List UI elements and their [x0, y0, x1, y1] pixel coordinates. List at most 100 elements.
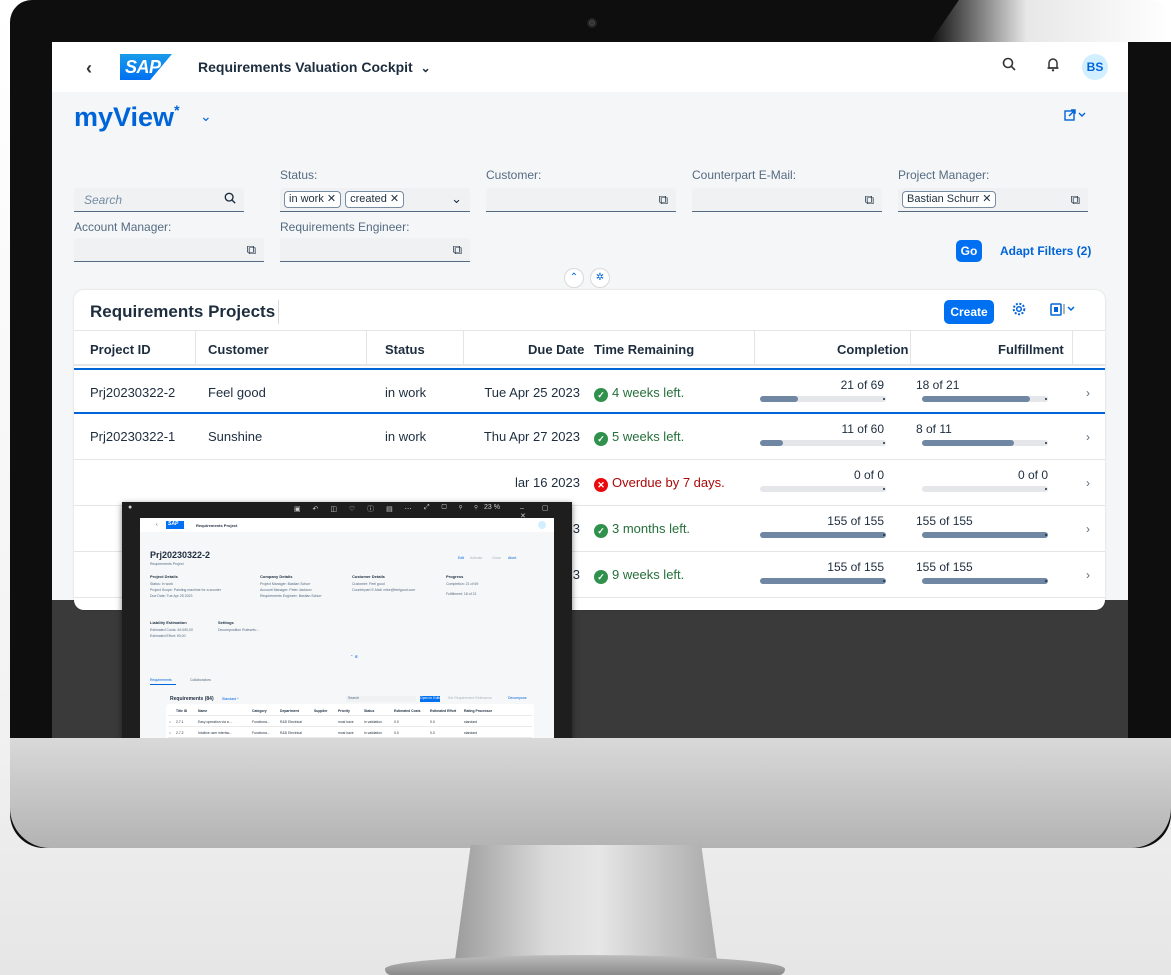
column-project-id[interactable]: Project ID	[90, 342, 151, 357]
value-help-icon[interactable]: ⧉	[1071, 192, 1080, 208]
variant-title[interactable]: myView*	[74, 102, 180, 133]
overlay-row-checkbox[interactable]: ○	[169, 720, 171, 724]
sap-logo[interactable]: SAP	[120, 54, 172, 80]
overlay-back-button[interactable]: ‹	[156, 522, 158, 528]
value-help-icon[interactable]: ⧉	[247, 242, 256, 258]
app-title-menu[interactable]: Requirements Valuation Cockpit ⌄	[198, 59, 431, 75]
overlay-estimated-effort: Estimated Effort: 90,00	[150, 634, 186, 638]
variant-chevron-down-icon[interactable]: ⌄	[200, 108, 212, 125]
chevron-down-icon[interactable]: ⌄	[451, 191, 462, 207]
completion-bar	[760, 532, 886, 538]
overlay-tab-requirements[interactable]: Requirements	[150, 678, 172, 682]
account-manager-input[interactable]: ⧉	[74, 238, 264, 262]
status-token-in-work[interactable]: in work ✕	[284, 191, 342, 208]
overlay-decompose-button[interactable]: Decompose	[508, 696, 527, 700]
overlay-sap-logo[interactable]: SAP	[166, 521, 184, 529]
overlay-req-cell: 0.0	[430, 720, 435, 724]
overlay-abort-button[interactable]: Abort	[508, 556, 516, 560]
project-manager-input[interactable]: Bastian Schurr ✕ ⧉	[898, 188, 1088, 212]
cell-time-remaining: ✓ 5 weeks left.	[594, 429, 684, 446]
overlay-activate-button[interactable]: Activate	[470, 556, 482, 560]
overlay-set-relevance-button[interactable]: Set Requirement Relevance	[448, 696, 492, 700]
row-navigation-chevron-icon[interactable]: ›	[1086, 430, 1090, 444]
overlay-decomposition-rulesets: Decomposition Rulesets: -	[218, 628, 259, 632]
overlay-req-column[interactable]: Title ID	[176, 709, 187, 713]
column-status[interactable]: Status	[385, 342, 425, 357]
overlay-open-editor-button[interactable]: Open in Editor	[420, 696, 442, 702]
fulfillment-bar-marker	[1045, 488, 1047, 490]
table-row[interactable]: Prj20230322-2 Feel good in work Tue Apr 25 …	[74, 368, 1105, 414]
status-token-created[interactable]: created ✕	[345, 191, 405, 208]
completion-text: 21 of 69	[840, 378, 884, 392]
overlay-close-button[interactable]: Close	[492, 556, 501, 560]
search-icon[interactable]	[1002, 57, 1016, 76]
cell-time-remaining: ✓ 9 weeks left.	[594, 567, 684, 584]
overlay-avatar[interactable]	[538, 521, 546, 529]
overlay-req-column[interactable]: Supplier	[314, 709, 328, 713]
success-icon: ✓	[594, 432, 608, 446]
column-customer[interactable]: Customer	[208, 342, 269, 357]
overlay-req-column[interactable]: Department	[280, 709, 299, 713]
overlay-req-column[interactable]: Priority	[338, 709, 350, 713]
status-multicombobox[interactable]: in work ✕ created ✕ ⌄	[280, 188, 470, 212]
requirements-engineer-label: Requirements Engineer:	[280, 220, 410, 234]
overlay-edit-button[interactable]: Edit	[458, 556, 464, 560]
row-navigation-chevron-icon[interactable]: ›	[1086, 476, 1090, 490]
overlay-req-column[interactable]: Name	[198, 709, 207, 713]
share-icon[interactable]	[1064, 108, 1086, 125]
export-icon[interactable]	[1050, 302, 1076, 320]
value-help-icon[interactable]: ⧉	[453, 242, 462, 258]
overlay-tab-collaborators[interactable]: Collaborators	[190, 678, 211, 682]
back-button[interactable]: ‹	[86, 58, 92, 79]
overlay-fulfillment: Fulfillment: 18 of 21	[446, 592, 477, 596]
overlay-toolbar-icons[interactable]: ▣ ↶ ◫ ♡ ⓘ ▤ ⋯	[294, 504, 417, 514]
overlay-req-cell: 2.7.2	[176, 731, 184, 735]
settings-gear-icon[interactable]	[1012, 302, 1026, 320]
completion-text: 11 of 60	[841, 422, 884, 436]
column-completion[interactable]: Completion	[837, 342, 909, 357]
overlay-req-cell: Functiona...	[252, 731, 270, 735]
user-avatar[interactable]: BS	[1082, 54, 1108, 80]
row-navigation-chevron-icon[interactable]: ›	[1086, 568, 1090, 582]
overlay-req-cell: R&D Electrical	[280, 720, 302, 724]
overlay-req-column[interactable]: Status	[364, 709, 374, 713]
column-fulfillment[interactable]: Fulfillment	[998, 342, 1064, 357]
fulfillment-bar-fill	[922, 578, 1048, 584]
pin-header-icon[interactable]: ✲	[590, 268, 610, 288]
overlay-req-column[interactable]: Rating Processor	[464, 709, 492, 713]
table-row[interactable]: Prj20230322-1 Sunshine in work Thu Apr 27 2…	[74, 414, 1105, 460]
go-button[interactable]: Go	[956, 240, 982, 262]
column-due-date[interactable]: Due Date	[528, 342, 584, 357]
value-help-icon[interactable]: ⧉	[865, 192, 874, 208]
project-manager-token[interactable]: Bastian Schurr ✕	[902, 191, 997, 208]
cell-project-id: Prj20230322-1	[90, 429, 176, 444]
collapse-header-icon[interactable]: ⌃	[564, 268, 584, 288]
overlay-req-variant[interactable]: Standard *	[222, 697, 239, 701]
overlay-app-title[interactable]: Requirements Project	[196, 523, 237, 528]
search-icon[interactable]	[224, 192, 236, 207]
requirements-engineer-input[interactable]: ⧉	[280, 238, 470, 262]
value-help-icon[interactable]: ⧉	[659, 192, 668, 208]
overlay-req-cell: R&D Electrical	[280, 731, 302, 735]
row-navigation-chevron-icon[interactable]: ›	[1086, 386, 1090, 400]
overlay-req-column[interactable]: Estimated Effort	[430, 709, 456, 713]
customer-input[interactable]: ⧉	[486, 188, 676, 212]
overlay-tab-indicator	[150, 684, 176, 685]
table-row[interactable]: lar 16 2023 ✕ Overdue by 7 days. 0 of 0 0 of…	[74, 460, 1105, 506]
row-navigation-chevron-icon[interactable]: ›	[1086, 522, 1090, 536]
adapt-filters-link[interactable]: Adapt Filters (2)	[1000, 244, 1091, 258]
counterpart-email-input[interactable]: ⧉	[692, 188, 882, 212]
overlay-zoom-icons[interactable]: ⤢ ▢ ⚲ ⚲	[424, 504, 483, 512]
overlay-collapse-icons[interactable]: ⌃ ✲	[350, 654, 358, 659]
overlay-row-checkbox[interactable]: ○	[169, 731, 171, 735]
overlay-req-row[interactable]: ○ 2.7.1 Easy operation via a ... Functiona.…	[168, 717, 532, 727]
overlay-req-row[interactable]: ○ 2.7.2 Intuitive user interfac... Function…	[168, 728, 532, 738]
column-time-remaining[interactable]: Time Remaining	[594, 342, 694, 357]
overlay-req-search[interactable]: Search	[346, 696, 416, 702]
overlay-req-column[interactable]: Estimated Costs	[394, 709, 421, 713]
overlay-req-column[interactable]: Category	[252, 709, 267, 713]
fulfillment-bar	[922, 578, 1048, 584]
search-input[interactable]: Search	[74, 188, 244, 212]
notification-bell-icon[interactable]	[1046, 57, 1060, 77]
create-button[interactable]: Create	[944, 300, 994, 324]
